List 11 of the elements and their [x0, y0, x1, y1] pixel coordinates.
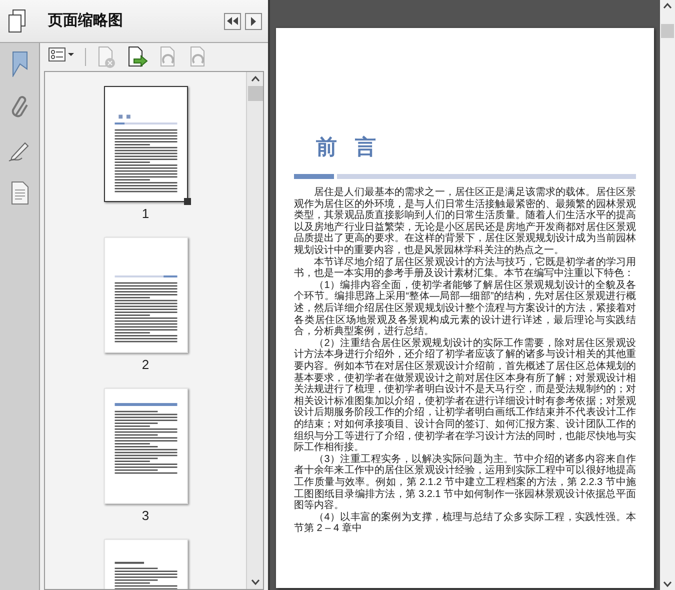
paragraph: 居住是人们最基本的需求之一，居住区正是满足该需求的载体。居住区景观作为居住区的外环境，是与人们日常生活接触最紧密的、最频繁的园林景观类型，其景观品质直接影响到人们的日常生活质量。随着人们生活水平的提高以及房地产行业日益繁荣，无论是小区居民还是房地产开发商都对居住区景观品质提出了更高的要求。在这样的背景下，居住区景观规划设计成为当前园林规划设计中的重要内容，也是风景园林学科关注的热点之一。: [294, 187, 636, 256]
paragraph: （1）编排内容全面，使初学者能够了解居住区景观规划设计的全貌及各个环节。编排思路上采用“整体—局部—细部”的结构，先对居住区景观进行概述，然后详细介绍居住区景观规划设计整个流程与方案设计的方法，紧接着对各类居住区场地景观及各景观构成元素的设计进行详述，最后理论与实践结合，分析典型案例，进行总结。: [294, 280, 636, 338]
page-number: 3: [142, 509, 150, 522]
paragraph: （3）注重工程实务，以解决实际问题为主。节中介绍的诸多内容来自作者十余年来工作中的居住区景观设计经验，运用到实际工程中可以很好地提高工作质量与效率。例如，第 2.1.2 节中建立工程档案的方法，第 2.2.3 节中施工图图纸目录编排方法，第 3.2.1 节中如何制作一张园林景观设计依据总平面图等内容。: [294, 454, 636, 512]
paragraph: 本节详尽地介绍了居住区景观设计的方法与技巧，它既是初学者的学习用书，也是一本实用的参考手册及设计素材汇集。本节在编写中注重以下特色：: [294, 256, 636, 280]
page-heading: 前 言: [316, 136, 383, 160]
panel-title: 页面缩略图: [48, 10, 123, 31]
page-number: 1: [142, 207, 150, 220]
page-number: 2: [142, 358, 150, 371]
paragraph: （2）注重结合居住区景观规划设计的实际工作需要，除对居住区景观设计方法本身进行介绍外，还介绍了初学者应该了解的诸多与设计相关的其他重要内容。例如本节在对居住区景观设计介绍前，首先概述了居住区总体规划的基本要求，使初学者在做景观设计之前对居住区本身有所了解；对景观设计相关法规进行了梳理，使初学者明白设计不是天马行空，而是受法规制约的；对相关设计标准图集加以介绍，使初学者在进行详细设计时有参考依据；对景观设计后期服务阶段工作的介绍，让初学者明白画纸工作结束并不代表设计工作的结束；对如何承接项目、设计合同的签订、如何汇报方案、设计团队工作的组织与分工等进行了介绍，使初学者在学习设计方法的同时，也能尽快地与实际工作相衔接。: [294, 338, 636, 454]
paragraph: （4）以丰富的案例为支撑，梳理与总结了众多实际工程，实践性强。本节第 2 – 4 章中: [294, 512, 636, 535]
